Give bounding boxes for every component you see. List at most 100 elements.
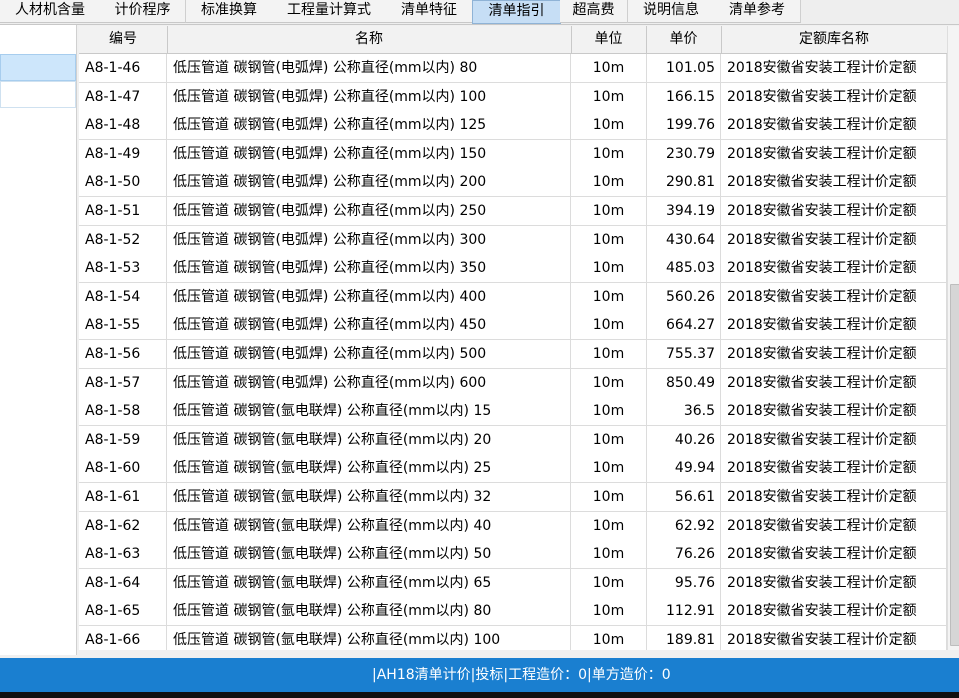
table-row[interactable]: A8-1-61 低压管道 碳钢管(氩电联焊) 公称直径(mm以内) 32 10m 56… [79,483,947,512]
table-row[interactable]: A8-1-60 低压管道 碳钢管(氩电联焊) 公称直径(mm以内) 25 10m 49… [79,454,947,484]
row-code: A8-1-62 [79,511,167,540]
row-library: 2018安徽省安装工程计价定额 [721,197,947,225]
row-price: 850.49 [646,368,721,397]
row-library: 2018安徽省安装工程计价定额 [721,597,947,626]
table-row[interactable]: A8-1-63 低压管道 碳钢管(氩电联焊) 公称直径(mm以内) 50 10m 76… [79,540,947,570]
tab-8[interactable]: 清单参考 [714,0,801,23]
row-library: 2018安徽省安装工程计价定额 [721,340,947,368]
tab-1[interactable]: 计价程序 [100,0,186,23]
table-row[interactable]: A8-1-52 低压管道 碳钢管(电弧焊) 公称直径(mm以内) 300 10m 43… [79,225,947,255]
row-unit: 10m [571,540,647,569]
left-tree-item[interactable] [0,81,76,108]
row-code: A8-1-48 [79,111,167,140]
tab-bar: 人材机含量 计价程序 标准换算 工程量计算式 清单特征 清单指引 超高费 说明信息 清单参考 [0,0,959,25]
row-unit: 10m [571,340,647,368]
row-code: A8-1-58 [79,397,167,426]
row-price: 166.15 [646,82,721,111]
table-row[interactable]: A8-1-49 低压管道 碳钢管(电弧焊) 公称直径(mm以内) 150 10m 23… [79,139,947,169]
table-row[interactable]: A8-1-48 低压管道 碳钢管(电弧焊) 公称直径(mm以内) 125 10m 19… [79,111,947,141]
row-name: 低压管道 碳钢管(电弧焊) 公称直径(mm以内) 400 [167,282,571,311]
header-library[interactable]: 定额库名称 [721,26,947,53]
row-unit: 10m [571,225,647,254]
row-code: A8-1-49 [79,139,167,168]
row-price: 40.26 [646,425,721,454]
table-row[interactable]: A8-1-64 低压管道 碳钢管(氩电联焊) 公称直径(mm以内) 65 10m 95… [79,568,947,598]
row-name: 低压管道 碳钢管(氩电联焊) 公称直径(mm以内) 25 [167,454,571,483]
row-price: 290.81 [646,168,721,197]
row-library: 2018安徽省安装工程计价定额 [721,368,947,397]
row-name: 低压管道 碳钢管(电弧焊) 公称直径(mm以内) 80 [167,54,571,82]
row-price: 394.19 [646,197,721,225]
tab-5[interactable]: 清单指引 [472,0,561,24]
row-code: A8-1-51 [79,197,167,225]
header-name[interactable]: 名称 [167,26,572,53]
row-library: 2018安徽省安装工程计价定额 [721,282,947,311]
status-bar: |AH18清单计价|投标|工程造价：0|单方造价：0 [0,658,959,692]
row-price: 101.05 [646,54,721,82]
table-row[interactable]: A8-1-53 低压管道 碳钢管(电弧焊) 公称直径(mm以内) 350 10m 48… [79,254,947,284]
table-row[interactable]: A8-1-57 低压管道 碳钢管(电弧焊) 公称直径(mm以内) 600 10m 85… [79,368,947,398]
scrollbar-thumb[interactable] [950,284,959,646]
row-price: 95.76 [646,568,721,597]
table-row[interactable]: A8-1-65 低压管道 碳钢管(氩电联焊) 公称直径(mm以内) 80 10m 11… [79,597,947,627]
header-unit[interactable]: 单位 [571,26,647,53]
table-row[interactable]: A8-1-46 低压管道 碳钢管(电弧焊) 公称直径(mm以内) 80 10m 101… [79,54,947,83]
row-name: 低压管道 碳钢管(氩电联焊) 公称直径(mm以内) 50 [167,540,571,569]
row-library: 2018安徽省安装工程计价定额 [721,311,947,340]
quota-guide-table: 编号 名称 单位 单价 定额库名称 A8-1-46 低压管道 碳钢管(电弧焊) 公… [79,26,947,650]
tab-2[interactable]: 标准换算 [186,0,273,23]
row-unit: 10m [571,425,647,454]
tab-4[interactable]: 清单特征 [386,0,473,23]
table-row[interactable]: A8-1-55 低压管道 碳钢管(电弧焊) 公称直径(mm以内) 450 10m 66… [79,311,947,341]
row-code: A8-1-61 [79,483,167,511]
left-tree-selected-item[interactable] [0,54,76,81]
row-price: 485.03 [646,254,721,283]
row-library: 2018安徽省安装工程计价定额 [721,568,947,597]
row-price: 560.26 [646,282,721,311]
row-name: 低压管道 碳钢管(电弧焊) 公称直径(mm以内) 350 [167,254,571,283]
row-unit: 10m [571,111,647,140]
tab-0[interactable]: 人材机含量 [0,0,101,23]
row-code: A8-1-64 [79,568,167,597]
row-name: 低压管道 碳钢管(电弧焊) 公称直径(mm以内) 600 [167,368,571,397]
table-row[interactable]: A8-1-59 低压管道 碳钢管(氩电联焊) 公称直径(mm以内) 20 10m 40… [79,425,947,455]
row-name: 低压管道 碳钢管(电弧焊) 公称直径(mm以内) 250 [167,197,571,225]
row-name: 低压管道 碳钢管(氩电联焊) 公称直径(mm以内) 80 [167,597,571,626]
row-name: 低压管道 碳钢管(电弧焊) 公称直径(mm以内) 200 [167,168,571,197]
row-code: A8-1-47 [79,82,167,111]
row-name: 低压管道 碳钢管(氩电联焊) 公称直径(mm以内) 15 [167,397,571,426]
row-price: 230.79 [646,139,721,168]
row-code: A8-1-50 [79,168,167,197]
tab-6[interactable]: 超高费 [560,0,628,23]
row-name: 低压管道 碳钢管(氩电联焊) 公称直径(mm以内) 40 [167,511,571,540]
row-unit: 10m [571,397,647,426]
row-library: 2018安徽省安装工程计价定额 [721,82,947,111]
table-row[interactable]: A8-1-51 低压管道 碳钢管(电弧焊) 公称直径(mm以内) 250 10m 39… [79,197,947,226]
table-row[interactable]: A8-1-66 低压管道 碳钢管(氩电联焊) 公称直径(mm以内) 100 10m 1… [79,626,947,650]
row-price: 36.5 [646,397,721,426]
vertical-scrollbar[interactable] [947,26,959,650]
row-library: 2018安徽省安装工程计价定额 [721,397,947,426]
table-row[interactable]: A8-1-62 低压管道 碳钢管(氩电联焊) 公称直径(mm以内) 40 10m 62… [79,511,947,541]
tab-3[interactable]: 工程量计算式 [272,0,387,23]
row-unit: 10m [571,54,647,82]
row-unit: 10m [571,368,647,397]
table-row[interactable]: A8-1-56 低压管道 碳钢管(电弧焊) 公称直径(mm以内) 500 10m 75… [79,340,947,369]
row-name: 低压管道 碳钢管(电弧焊) 公称直径(mm以内) 300 [167,225,571,254]
row-library: 2018安徽省安装工程计价定额 [721,254,947,283]
row-unit: 10m [571,282,647,311]
header-price[interactable]: 单价 [646,26,722,53]
left-tree-panel [0,25,77,655]
row-name: 低压管道 碳钢管(电弧焊) 公称直径(mm以内) 150 [167,139,571,168]
tab-7[interactable]: 说明信息 [628,0,715,23]
row-code: A8-1-54 [79,282,167,311]
table-row[interactable]: A8-1-58 低压管道 碳钢管(氩电联焊) 公称直径(mm以内) 15 10m 36… [79,397,947,427]
header-code[interactable]: 编号 [79,26,168,53]
row-library: 2018安徽省安装工程计价定额 [721,626,947,650]
row-price: 664.27 [646,311,721,340]
table-row[interactable]: A8-1-47 低压管道 碳钢管(电弧焊) 公称直径(mm以内) 100 10m 16… [79,82,947,112]
table-row[interactable]: A8-1-50 低压管道 碳钢管(电弧焊) 公称直径(mm以内) 200 10m 29… [79,168,947,198]
table-row[interactable]: A8-1-54 低压管道 碳钢管(电弧焊) 公称直径(mm以内) 400 10m 56… [79,282,947,312]
row-price: 112.91 [646,597,721,626]
row-unit: 10m [571,483,647,511]
